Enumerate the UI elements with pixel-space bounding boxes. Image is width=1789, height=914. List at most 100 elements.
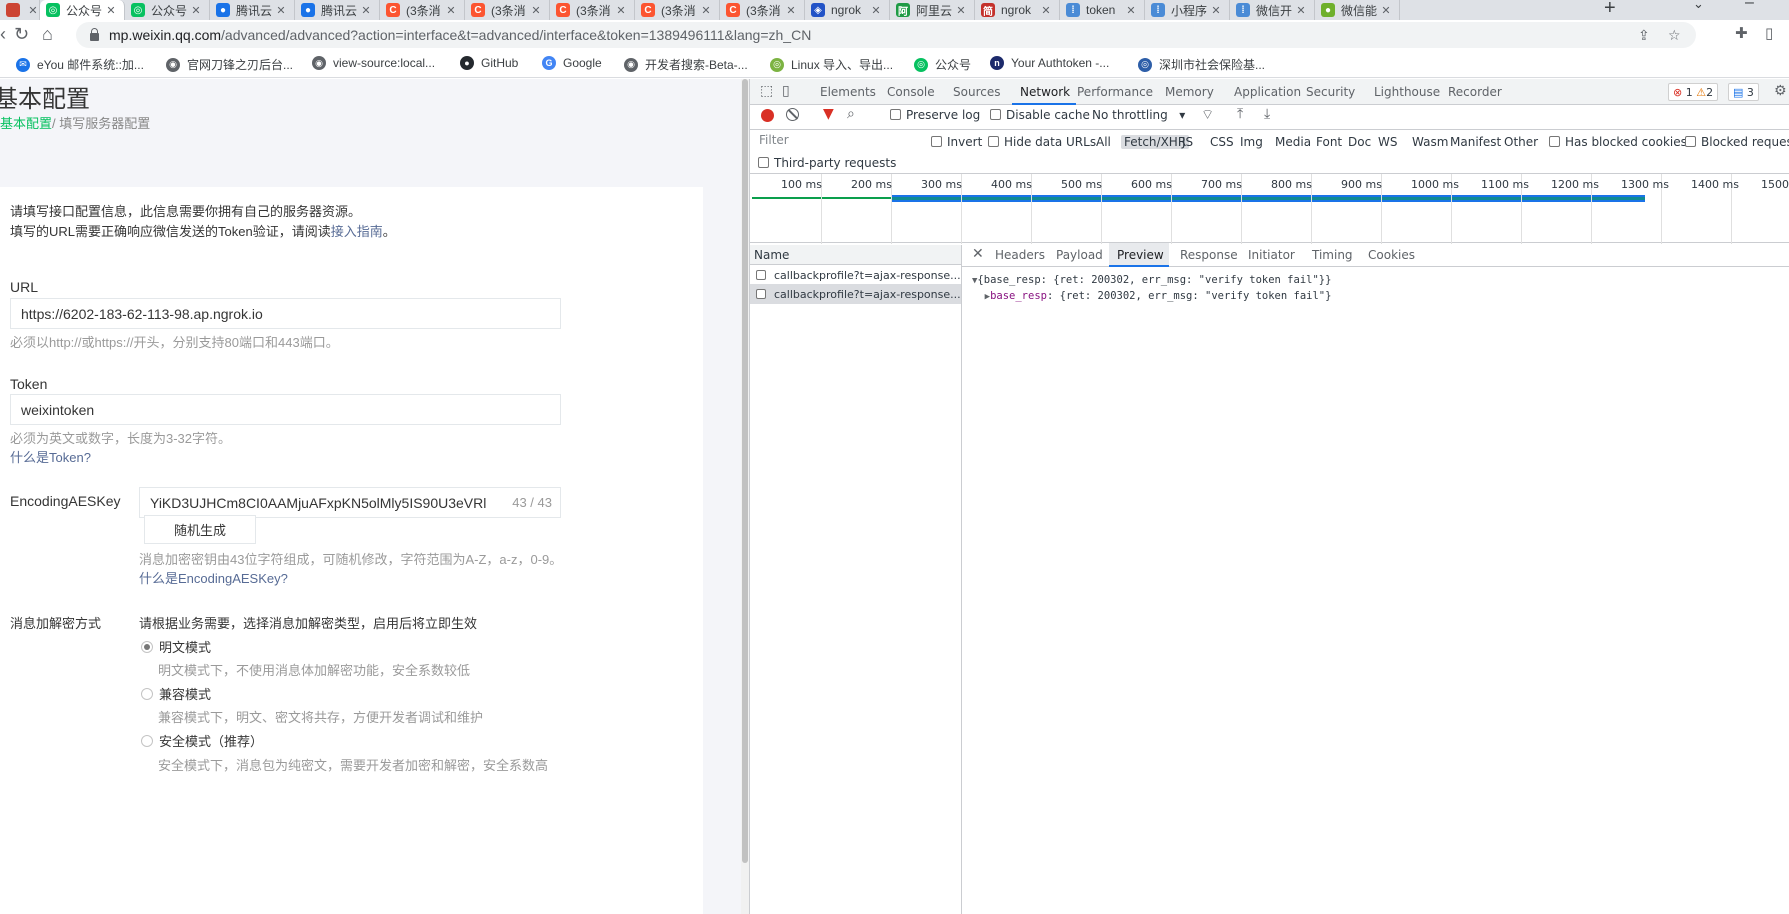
url-input[interactable]: https://6202-183-62-113-98.ap.ngrok.io [10, 298, 561, 329]
bookmark-item[interactable]: ◉ 官网刀锋之刃后台... [166, 56, 293, 73]
aes-key-input[interactable]: YiKD3UJHCm8CI0AAMjuAFxpKN5olMly5IS90U3eV… [139, 487, 561, 518]
devtools-tab-performance[interactable]: Performance [1077, 85, 1153, 99]
close-tab-icon[interactable]: ✕ [1379, 4, 1393, 17]
bookmark-item[interactable]: ◉ view-source:local... [312, 56, 435, 70]
reload-icon[interactable]: ↻ [14, 24, 29, 44]
bookmark-item[interactable]: ◉ 开发者搜索-Beta-... [624, 56, 748, 73]
checkbox-icon[interactable] [758, 157, 769, 168]
close-tab-icon[interactable]: ✕ [784, 4, 798, 17]
blocked-requests-checkbox[interactable]: Blocked requests [1685, 135, 1789, 149]
browser-tab[interactable]: ◎ 公众号 ✕ [125, 0, 210, 20]
devtools-tab-elements[interactable]: Elements [820, 85, 876, 99]
close-tab-icon[interactable]: ✕ [444, 4, 458, 17]
what-is-aes-key-link[interactable]: 什么是EncodingAESKey? [139, 568, 288, 587]
browser-tab[interactable]: ◎ 公众号 ✕ [40, 0, 125, 20]
browser-tab[interactable]: ⁞ token ✕ [1060, 0, 1145, 20]
bookmark-item[interactable] [0, 56, 7, 70]
detail-tab-headers[interactable]: Headers [995, 248, 1045, 262]
checkbox-icon[interactable] [931, 136, 942, 147]
mode-plaintext-radio[interactable]: 明文模式 [141, 637, 211, 656]
generate-random-button[interactable]: 随机生成 [144, 515, 256, 544]
bookmark-item[interactable]: ◎ 深圳市社会保险基... [1138, 56, 1265, 73]
close-tab-icon[interactable]: ✕ [189, 4, 203, 17]
bookmark-item[interactable]: G Google [542, 56, 602, 70]
close-tab-icon[interactable]: ✕ [26, 4, 39, 17]
browser-tab[interactable]: ● 腾讯云 ✕ [295, 0, 380, 20]
browser-tab[interactable]: C (3条消 ✕ [635, 0, 720, 20]
mode-secure-radio[interactable]: 安全模式（推荐） [141, 731, 263, 750]
close-tab-icon[interactable]: ✕ [104, 4, 118, 17]
issues-badge[interactable]: ⊗ 1 ⚠ 2 [1668, 83, 1719, 101]
close-tab-icon[interactable]: ✕ [614, 4, 628, 17]
checkbox-icon[interactable] [988, 136, 999, 147]
filter-type-other[interactable]: Other [1504, 135, 1538, 149]
filter-type-media[interactable]: Media [1275, 135, 1311, 149]
devtools-tab-security[interactable]: Security [1306, 85, 1355, 99]
detail-tab-cookies[interactable]: Cookies [1368, 248, 1415, 262]
radio-unchecked-icon[interactable] [141, 734, 153, 747]
has-blocked-cookies-checkbox[interactable]: Has blocked cookies [1549, 135, 1687, 149]
close-tab-icon[interactable]: ✕ [1294, 4, 1308, 17]
close-tab-icon[interactable]: ✕ [359, 4, 373, 17]
filter-type-font[interactable]: Font [1316, 135, 1342, 149]
radio-unchecked-icon[interactable] [141, 687, 153, 700]
browser-tab[interactable]: 阿阿里云 ✕ [890, 0, 975, 20]
lock-icon[interactable] [90, 28, 99, 41]
page-scrollbar-thumb[interactable] [742, 79, 748, 863]
filter-type-manifest[interactable]: Manifest [1450, 135, 1501, 149]
access-guide-link[interactable]: 接入指南 [331, 224, 383, 239]
close-tab-icon[interactable]: ✕ [869, 4, 883, 17]
filter-type-js[interactable]: JS [1182, 135, 1193, 149]
window-minimize-icon[interactable]: – [1745, 0, 1754, 12]
browser-tab[interactable]: ⁞ 小程序 ✕ [1145, 0, 1230, 20]
bookmark-item[interactable]: ◎ Linux 导入、导出... [770, 56, 893, 73]
browser-tab[interactable]: 45l✕ [0, 0, 40, 20]
browser-tab[interactable]: C (3条消 ✕ [380, 0, 465, 20]
filter-type-doc[interactable]: Doc [1348, 135, 1371, 149]
devtools-tab-memory[interactable]: Memory [1165, 85, 1214, 99]
device-toolbar-icon[interactable]: ▯ [782, 83, 790, 99]
devtools-tab-console[interactable]: Console [887, 85, 935, 99]
detail-tab-initiator[interactable]: Initiator [1248, 248, 1295, 262]
filter-type-all[interactable]: All [1096, 135, 1111, 149]
bookmark-item[interactable]: n Your Authtoken -... [990, 56, 1109, 70]
close-tab-icon[interactable]: ✕ [274, 4, 288, 17]
close-tab-icon[interactable]: ✕ [1209, 4, 1223, 17]
devtools-tab-lighthouse[interactable]: Lighthouse [1374, 85, 1440, 99]
browser-tab[interactable]: C (3条消 ✕ [720, 0, 805, 20]
browser-tab[interactable]: ● 微信能 ✕ [1315, 0, 1400, 20]
close-tab-icon[interactable]: ✕ [529, 4, 543, 17]
detail-tab-payload[interactable]: Payload [1056, 248, 1103, 262]
home-icon[interactable]: ⌂ [42, 24, 53, 44]
side-panel-icon[interactable]: ▯ [1765, 24, 1773, 44]
network-filter-input[interactable]: Filter [756, 133, 906, 151]
radio-checked-icon[interactable] [141, 640, 153, 653]
close-tab-icon[interactable]: ✕ [1039, 4, 1053, 17]
checkbox-icon[interactable] [1549, 136, 1560, 147]
devtools-tab-application[interactable]: Application [1234, 85, 1301, 99]
close-tab-icon[interactable]: ✕ [954, 4, 968, 17]
breadcrumb-current[interactable]: 基本配置 [0, 116, 52, 131]
browser-tab[interactable]: C (3条消 ✕ [465, 0, 550, 20]
tab-search-icon[interactable]: ⌄ [1693, 0, 1704, 12]
filter-type-ws[interactable]: WS [1378, 135, 1397, 149]
detail-tab-response[interactable]: Response [1180, 248, 1238, 262]
share-icon[interactable]: ⇪ [1638, 27, 1650, 44]
address-bar[interactable]: mp.weixin.qq.com/advanced/advanced?actio… [76, 22, 1696, 48]
what-is-token-link[interactable]: 什么是Token? [10, 447, 91, 466]
close-tab-icon[interactable]: ✕ [699, 4, 713, 17]
filter-type-css[interactable]: CSS [1210, 135, 1234, 149]
checkbox-icon[interactable] [1685, 136, 1696, 147]
bookmark-item[interactable]: ◎ 公众号 [914, 56, 971, 73]
detail-tab-timing[interactable]: Timing [1312, 248, 1353, 262]
request-row-selected[interactable]: callbackprofile?t=ajax-response... [750, 284, 961, 304]
forward-icon[interactable]: ‹ [0, 24, 6, 44]
browser-tab[interactable]: C (3条消 ✕ [550, 0, 635, 20]
settings-gear-icon[interactable]: ⚙ [1774, 83, 1787, 99]
browser-tab[interactable]: ⁞ 微信开 ✕ [1230, 0, 1315, 20]
bookmark-star-icon[interactable]: ☆ [1668, 27, 1681, 44]
name-column-header[interactable]: Name [750, 245, 962, 265]
network-timeline-overview[interactable]: 100 ms 200 ms 300 ms 400 ms 500 ms 600 ms 700 … [750, 173, 1789, 244]
messages-badge[interactable]: ▤ 3 [1728, 83, 1759, 101]
token-input[interactable]: weixintoken [10, 394, 561, 425]
